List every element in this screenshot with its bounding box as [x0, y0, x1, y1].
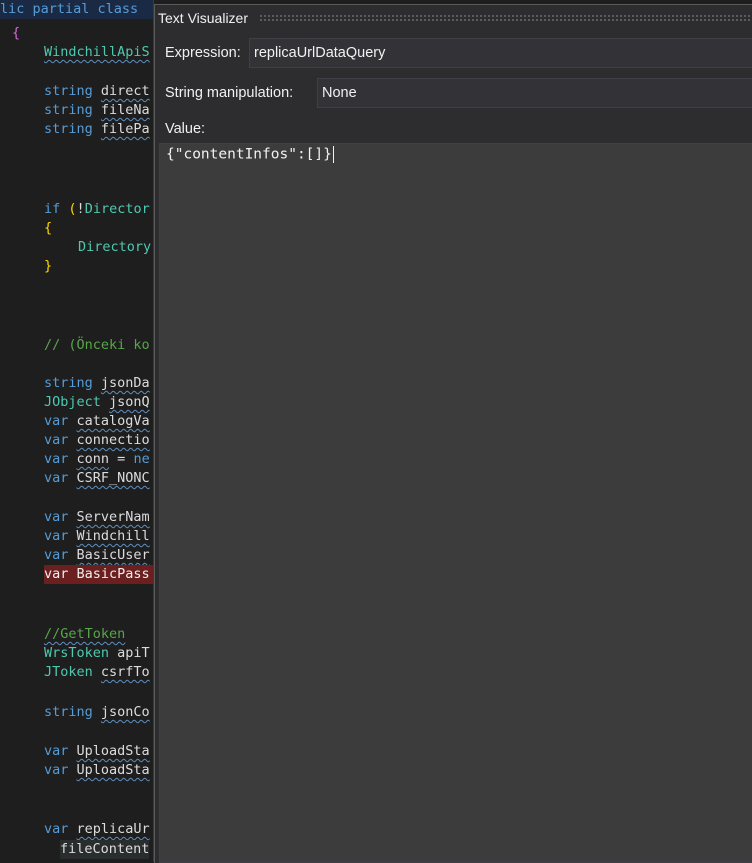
breakpoint-line[interactable]: var BasicPass [44, 565, 154, 584]
code-token: string [44, 121, 93, 137]
code-token: var [44, 528, 69, 544]
code-identifier: filePa [100, 121, 150, 137]
code-token: conn [76, 451, 110, 467]
code-line: string direct [44, 82, 150, 101]
dialog-title: Text Visualizer [158, 10, 249, 26]
code-token: if [44, 201, 61, 217]
value-label: Value: [165, 121, 206, 137]
expression-field[interactable]: replicaUrlDataQuery [249, 38, 752, 68]
code-line: // (Önceki ko [44, 336, 150, 355]
code-line: { [12, 25, 21, 41]
code-comment: // (Önceki ko [44, 337, 150, 353]
code-token: var [44, 451, 69, 467]
code-line: var CSRF_NONC [44, 469, 150, 488]
code-token: string [44, 102, 93, 118]
code-line: { [44, 220, 53, 236]
code-token: var [44, 743, 69, 759]
code-identifier: fileNa [100, 102, 150, 118]
code-editor[interactable]: lic partial class { WindchillApiS string… [0, 0, 154, 862]
code-identifier: BasicPass [76, 566, 150, 582]
code-token: ne [133, 451, 150, 467]
code-identifier: Director [84, 201, 150, 217]
value-text-area[interactable]: {"contentInfos":[]} [159, 143, 752, 863]
expression-label: Expression: [165, 45, 241, 61]
text-visualizer-dialog: Text Visualizer Expression: replicaUrlDa… [154, 4, 752, 863]
code-identifier: CSRF_NONC [76, 470, 150, 486]
code-token: var [44, 821, 69, 837]
code-token: WrsToken [44, 645, 110, 661]
code-identifier: BasicUser [76, 547, 150, 563]
title-bar[interactable]: Text Visualizer [155, 5, 752, 31]
code-line: WindchillApiS [44, 43, 150, 62]
code-line: Directory [78, 238, 151, 257]
string-manipulation-label: String manipulation: [165, 85, 294, 101]
code-token: var [44, 470, 69, 486]
code-line: string filePa [44, 120, 150, 139]
code-line: var connectio [44, 431, 150, 450]
code-line: string jsonCo [44, 703, 150, 722]
code-line: var BasicUser [44, 546, 150, 565]
code-token: ( [68, 201, 77, 217]
code-line: string jsonDa [44, 374, 150, 393]
code-line: if (!Director [44, 201, 150, 217]
code-line: var ServerNam [44, 508, 150, 527]
code-line: } [44, 258, 53, 274]
code-line: var UploadSta [44, 742, 150, 761]
code-identifier: connectio [76, 432, 150, 448]
code-identifier: Windchill [76, 528, 150, 544]
code-token: var [44, 547, 69, 563]
code-identifier: direct [100, 83, 150, 99]
code-token: string [44, 83, 93, 99]
code-token: var [44, 432, 69, 448]
code-line: var conn = ne [44, 451, 150, 467]
code-text: lic partial class [0, 1, 147, 17]
code-identifier: catalogVa [76, 413, 150, 429]
code-token: string [44, 704, 93, 720]
code-comment: //GetToken [44, 626, 126, 642]
code-line: var UploadSta [44, 761, 150, 780]
code-identifier: replicaUr [76, 821, 150, 837]
code-line: string fileNa [44, 101, 150, 120]
code-line: var Windchill [44, 527, 150, 546]
code-token: var [44, 509, 69, 525]
code-line: JObject jsonQ [44, 393, 150, 412]
code-token: var [44, 566, 69, 582]
code-line: //GetToken [44, 625, 125, 644]
text-caret [332, 146, 334, 163]
drag-grip[interactable] [259, 14, 752, 22]
code-identifier: csrfTo [100, 664, 150, 680]
code-identifier: UploadSta [76, 743, 150, 759]
code-line: var catalogVa [44, 412, 150, 431]
code-identifier: apiT [117, 645, 150, 661]
code-identifier: UploadSta [76, 762, 150, 778]
code-token: JToken [44, 664, 93, 680]
code-line: WrsToken apiT [44, 644, 150, 663]
code-identifier: ServerNam [76, 509, 150, 525]
code-line: lic partial class [0, 0, 154, 19]
code-line: var replicaUr [44, 820, 150, 839]
code-token: var [44, 413, 69, 429]
code-line: JToken csrfTo [44, 663, 150, 682]
code-identifier: jsonDa [100, 375, 150, 391]
code-identifier: jsonQ [109, 394, 150, 410]
code-text: fileContent [60, 841, 150, 857]
code-text: Directory [78, 239, 152, 255]
code-token: var [44, 762, 69, 778]
code-line: fileContent [60, 840, 150, 859]
code-identifier: jsonCo [100, 704, 150, 720]
string-manipulation-dropdown[interactable]: None [317, 78, 752, 108]
code-token: string [44, 375, 93, 391]
value-text: {"contentInfos":[]} [166, 146, 332, 163]
code-text: WindchillApiS [44, 44, 150, 60]
code-token: JObject [44, 394, 101, 410]
